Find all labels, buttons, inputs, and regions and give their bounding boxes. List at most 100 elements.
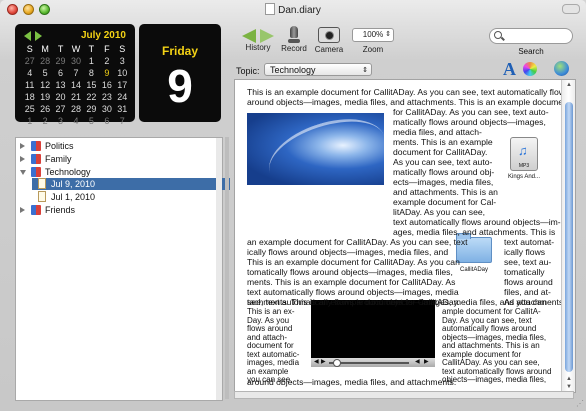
video-scrubber[interactable] (329, 362, 409, 364)
calendar-day[interactable]: 29 (84, 104, 99, 115)
toolbar-toggle-button[interactable] (562, 4, 580, 14)
record-button[interactable]: Record (281, 26, 307, 53)
disclosure-triangle-icon[interactable] (20, 156, 25, 162)
calendar-day[interactable]: 27 (53, 104, 68, 115)
sidebar-item-entry-jul-1[interactable]: Jul 1, 2010 (38, 191, 208, 203)
embedded-wallpaper-image[interactable] (247, 113, 384, 185)
sidebar-item-entry-jul-9[interactable]: Jul 9, 2010 (38, 178, 208, 190)
topic-label: Topic: (236, 66, 260, 76)
document-scrollbar[interactable]: ▲ ▲ ▼ (561, 80, 575, 392)
entry-page-icon (38, 191, 46, 202)
calendar-day[interactable]: 3 (115, 56, 130, 67)
selected-weekday: Friday (161, 44, 198, 58)
sidebar-item-technology[interactable]: Technology (20, 166, 210, 178)
zoom-select[interactable]: 100% ⇕ (352, 28, 394, 42)
calendar-day[interactable]: 1 (84, 56, 99, 67)
calendar-day[interactable]: 23 (99, 92, 114, 103)
camera-button[interactable]: Camera (313, 27, 345, 54)
sidebar-scrollbar[interactable] (216, 138, 222, 400)
notebook-icon (31, 154, 41, 164)
calendar-day[interactable]: 2 (99, 56, 114, 67)
volume-icon[interactable]: ◀ (314, 358, 319, 367)
record-label: Record (281, 44, 307, 53)
notebook-icon (31, 167, 41, 177)
step-back-icon[interactable]: ◀ (415, 358, 420, 367)
scroll-thumb[interactable] (565, 102, 573, 372)
title-bar[interactable]: Dan.diary (0, 0, 586, 18)
calendar-day[interactable]: 2 (37, 116, 52, 127)
document-line: around objects—images, media files, and … (247, 377, 457, 387)
calendar-day[interactable]: 29 (53, 56, 68, 67)
play-icon[interactable]: ▶ (321, 358, 326, 367)
calendar-day[interactable]: 1 (22, 116, 37, 127)
calendar-day[interactable]: 31 (115, 104, 130, 115)
calendar-day[interactable]: 25 (22, 104, 37, 115)
scroll-down-icon[interactable]: ▼ (565, 384, 573, 390)
calendar-day[interactable]: 20 (53, 92, 68, 103)
calendar-day[interactable]: 14 (68, 80, 83, 91)
sidebar-item-family[interactable]: Family (20, 153, 210, 165)
scroll-up-icon[interactable]: ▲ (565, 82, 573, 88)
calendar-day[interactable]: 7 (68, 68, 83, 79)
sidebar-item-politics[interactable]: Politics (20, 140, 210, 152)
embedded-mp3-attachment[interactable]: MP3 Kings And... (506, 137, 542, 189)
document-line: text automat- (504, 237, 555, 247)
calendar-day[interactable]: 4 (68, 116, 83, 127)
next-month-icon[interactable] (35, 31, 42, 41)
calendar-day[interactable]: 17 (115, 80, 130, 91)
sidebar-item-friends[interactable]: Friends (20, 204, 210, 216)
color-picker-icon[interactable] (523, 62, 537, 76)
notebook-icon (31, 205, 41, 215)
camera-icon (318, 27, 340, 43)
globe-icon[interactable] (554, 61, 569, 76)
app-window: Dan.diary July 2010 S M T W T F S 27 28 29 30 1 2 3 4 5… (0, 0, 586, 411)
calendar-day[interactable]: 5 (37, 68, 52, 79)
document-editor[interactable]: MP3 Kings And... CallitADay ◀ ▶ ◀ ▶ This… (234, 79, 576, 393)
calendar-day[interactable]: 11 (22, 80, 37, 91)
weekday-header: T (88, 44, 95, 54)
split-view-divider[interactable] (225, 137, 229, 399)
resize-grip-icon[interactable]: ⋰ (576, 399, 584, 408)
search-control: Search (489, 28, 573, 56)
calendar-day[interactable]: 28 (68, 104, 83, 115)
disclosure-triangle-icon[interactable] (20, 170, 26, 175)
calendar-day[interactable]: 6 (53, 68, 68, 79)
calendar-day[interactable]: 13 (53, 80, 68, 91)
calendar-day[interactable]: 9 (99, 68, 114, 79)
calendar-day[interactable]: 27 (22, 56, 37, 67)
weekday-header: F (104, 44, 110, 54)
embedded-video-player[interactable] (311, 300, 435, 367)
previous-month-icon[interactable] (24, 31, 31, 41)
calendar-day[interactable]: 26 (37, 104, 52, 115)
calendar-day[interactable]: 10 (115, 68, 130, 79)
disclosure-triangle-icon[interactable] (20, 143, 25, 149)
calendar-day[interactable]: 12 (37, 80, 52, 91)
calendar-day[interactable]: 24 (115, 92, 130, 103)
topic-select[interactable]: Technology ⇕ (264, 63, 372, 76)
document-line: ects—images, media files, (393, 177, 494, 187)
scroll-up-icon[interactable]: ▲ (565, 376, 573, 382)
calendar-day[interactable]: 4 (22, 68, 37, 79)
disclosure-triangle-icon[interactable] (20, 207, 25, 213)
calendar-day[interactable]: 30 (99, 104, 114, 115)
history-button[interactable]: History (238, 27, 278, 52)
video-playhead[interactable] (333, 359, 341, 367)
calendar-day[interactable]: 28 (37, 56, 52, 67)
calendar-day[interactable]: 8 (84, 68, 99, 79)
search-input[interactable] (489, 28, 573, 44)
step-forward-icon[interactable]: ▶ (424, 358, 429, 367)
calendar-day[interactable]: 6 (99, 116, 114, 127)
calendar-day[interactable]: 5 (84, 116, 99, 127)
calendar-day[interactable]: 15 (84, 80, 99, 91)
font-icon[interactable]: A (503, 59, 516, 80)
calendar-day[interactable]: 16 (99, 80, 114, 91)
calendar-day[interactable]: 21 (68, 92, 83, 103)
calendar-day[interactable]: 30 (68, 56, 83, 67)
calendar-day[interactable]: 19 (37, 92, 52, 103)
document-line: an example document for CallitADay. As y… (247, 237, 468, 247)
calendar-day[interactable]: 7 (115, 116, 130, 127)
music-file-icon: MP3 (510, 137, 538, 171)
calendar-day[interactable]: 18 (22, 92, 37, 103)
calendar-day[interactable]: 3 (53, 116, 68, 127)
calendar-day[interactable]: 22 (84, 92, 99, 103)
